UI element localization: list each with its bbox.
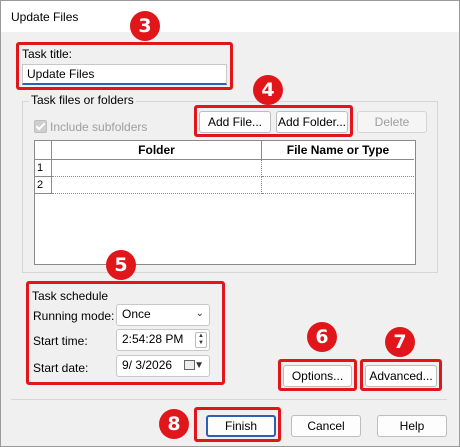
cancel-button[interactable]: Cancel	[291, 415, 361, 437]
annotation-badge: 8	[159, 409, 189, 439]
highlight-add-buttons	[194, 105, 353, 137]
file-name-cell[interactable]	[261, 159, 414, 177]
annotation-badge: 3	[130, 11, 160, 41]
table-row[interactable]: 2	[35, 176, 414, 194]
window-title: Update Files	[11, 10, 79, 24]
folder-cell[interactable]	[51, 159, 262, 177]
include-subfolders-label: Include subfolders	[50, 120, 148, 134]
column-header-folder[interactable]: Folder	[51, 141, 262, 160]
row-header-corner	[35, 141, 52, 160]
highlight-advanced	[360, 359, 442, 391]
file-name-cell[interactable]	[261, 176, 414, 194]
highlight-options	[278, 359, 357, 391]
update-files-dialog: Update Files Task title: Update Files Ta…	[0, 0, 460, 447]
annotation-badge: 6	[307, 322, 337, 352]
annotation-badge: 7	[385, 327, 415, 357]
highlight-task-title	[16, 42, 233, 90]
row-number: 2	[35, 176, 52, 194]
column-header-file-name[interactable]: File Name or Type	[261, 141, 414, 160]
annotation-badge: 4	[253, 75, 283, 105]
annotation-badge: 5	[106, 250, 136, 280]
title-bar: Update Files	[1, 1, 459, 32]
table-row[interactable]: 1	[35, 159, 414, 177]
help-button[interactable]: Help	[377, 415, 447, 437]
delete-button[interactable]: Delete	[357, 111, 427, 133]
row-number: 1	[35, 159, 52, 177]
files-table: Folder File Name or Type 1 2	[34, 140, 416, 265]
highlight-finish	[194, 407, 281, 442]
include-subfolders-checkbox[interactable]	[34, 120, 47, 133]
divider	[11, 399, 447, 400]
highlight-task-schedule	[26, 281, 225, 385]
folder-cell[interactable]	[51, 176, 262, 194]
task-files-group-label: Task files or folders	[29, 93, 136, 107]
